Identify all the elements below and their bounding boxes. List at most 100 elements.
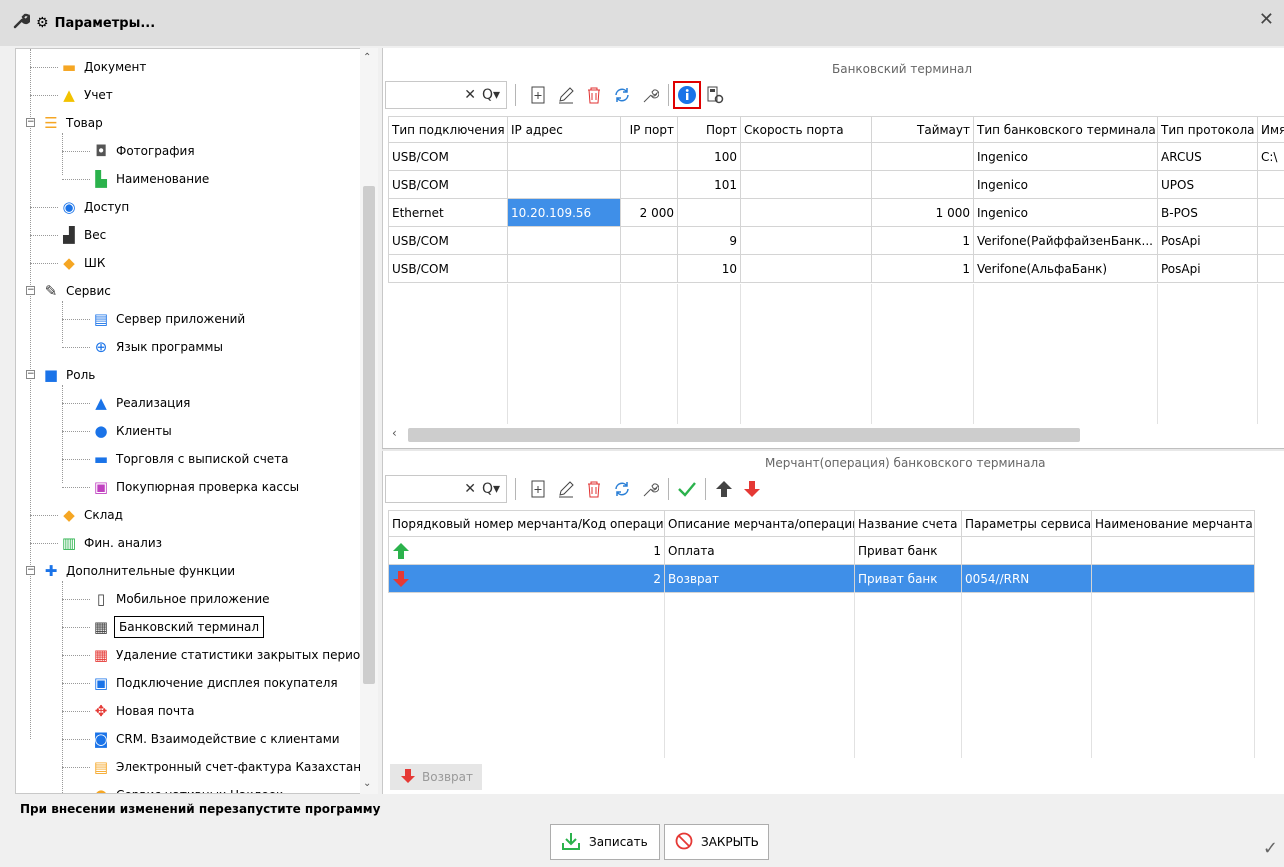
table-row[interactable]: USB/COM 9 1 Verifone(РайффайзенБанк... PosAp… (388, 226, 1284, 255)
table-cell[interactable]: 1 000 (871, 198, 974, 227)
table-cell[interactable] (677, 198, 741, 227)
column-header[interactable]: IP адрес (507, 116, 621, 143)
close-icon[interactable]: ✕ (1259, 9, 1274, 30)
tree-item[interactable]: ▙ Наименование (92, 165, 211, 193)
table-cell[interactable]: Ingenico (973, 198, 1158, 227)
delete-icon[interactable] (580, 81, 608, 109)
table-cell[interactable] (740, 254, 872, 283)
move-up-icon[interactable] (710, 475, 738, 503)
table-cell[interactable] (1091, 564, 1255, 593)
table-cell[interactable] (507, 142, 621, 171)
terminals-scrollbar-thumb[interactable] (408, 428, 1080, 442)
table-cell[interactable]: USB/COM (388, 170, 508, 199)
return-button[interactable]: Возврат (390, 764, 482, 790)
settings-wrench-icon[interactable] (636, 475, 664, 503)
table-row[interactable]: USB/COM 10 1 Verifone(АльфаБанк) PosApi (388, 254, 1284, 283)
table-cell[interactable]: USB/COM (388, 254, 508, 283)
table-cell[interactable] (620, 170, 678, 199)
scroll-left-icon[interactable]: ‹ (392, 426, 397, 440)
table-cell[interactable]: Ingenico (973, 170, 1158, 199)
tree-item[interactable]: ● Сервис нативных Наклеек (92, 781, 285, 793)
column-header[interactable]: Наименование мерчанта (1091, 510, 1255, 537)
tree-item[interactable]: ✎ Сервис (42, 277, 113, 305)
table-cell[interactable]: 10 (677, 254, 741, 283)
table-cell[interactable]: 1 (871, 254, 974, 283)
tree-item[interactable]: ▣ Подключение дисплея покупателя (92, 669, 340, 697)
table-row[interactable]: USB/COM 101 Ingenico UPOS (388, 170, 1284, 199)
table-cell[interactable]: Verifone(РайффайзенБанк... (973, 226, 1158, 255)
terminals-search-input[interactable]: ✕ Q▾ (385, 81, 507, 109)
tree-scrollbar[interactable]: ⌃ ⌄ (360, 48, 378, 794)
table-cell[interactable]: 1 (871, 226, 974, 255)
table-cell[interactable] (1257, 254, 1284, 283)
merchants-table[interactable]: Порядковый номер мерчанта/Код операции Оп… (388, 510, 1255, 593)
tree-item[interactable]: ◉ Доступ (60, 193, 131, 221)
table-cell[interactable]: UPOS (1157, 170, 1258, 199)
search-icon[interactable]: Q▾ (482, 87, 500, 103)
save-button[interactable]: Записать (550, 824, 660, 860)
table-cell[interactable]: PosApi (1157, 226, 1258, 255)
tree-item[interactable]: ▥ Фин. анализ (60, 529, 164, 557)
info-icon[interactable] (673, 81, 701, 109)
close-button[interactable]: ЗАКРЫТЬ (664, 824, 769, 860)
table-cell[interactable]: 2 000 (620, 198, 678, 227)
table-cell[interactable] (507, 226, 621, 255)
delete-icon[interactable] (580, 475, 608, 503)
search-icon[interactable]: Q▾ (482, 481, 500, 497)
settings-tree[interactable]: − − − − ▬ Документ ▲ Учет ☰ Товар ◘ Фотография ▙… (15, 48, 378, 794)
tree-item[interactable]: ▲ Реализация (92, 389, 192, 417)
table-cell[interactable]: Возврат (664, 564, 855, 593)
tree-item[interactable]: ◙ CRM. Взаимодействие с клиентами (92, 725, 342, 753)
tree-item[interactable]: ▟ Вес (60, 221, 108, 249)
scroll-down-icon[interactable]: ⌄ (363, 778, 371, 789)
checkmark-icon[interactable] (673, 475, 701, 503)
tree-item[interactable]: ✚ Дополнительные функции (42, 557, 237, 585)
tree-item[interactable]: ▣ Покупюрная проверка кассы (92, 473, 301, 501)
table-cell[interactable] (1257, 198, 1284, 227)
table-cell[interactable] (871, 142, 974, 171)
column-header[interactable]: IP порт (620, 116, 678, 143)
table-cell[interactable]: Оплата (664, 536, 855, 565)
edit-icon[interactable] (552, 475, 580, 503)
tree-item[interactable]: ▤ Электронный счет-фактура Казахстана (92, 753, 370, 781)
table-cell[interactable] (740, 170, 872, 199)
column-header[interactable]: Тип протокола (1157, 116, 1258, 143)
column-header[interactable]: Таймаут (871, 116, 974, 143)
tree-item[interactable]: ▤ Сервер приложений (92, 305, 247, 333)
column-header[interactable]: Порт (677, 116, 741, 143)
table-cell[interactable] (871, 170, 974, 199)
tree-item[interactable]: ■ Роль (42, 361, 97, 389)
table-cell[interactable]: Приват банк (854, 564, 962, 593)
table-row[interactable]: Ethernet 10.20.109.56 2 000 1 000 Ingenico B-… (388, 198, 1284, 227)
table-cell[interactable] (620, 142, 678, 171)
table-cell[interactable]: 10.20.109.56 (507, 198, 621, 227)
clear-icon[interactable]: ✕ (464, 87, 476, 103)
table-cell[interactable] (620, 226, 678, 255)
edit-icon[interactable] (552, 81, 580, 109)
table-cell[interactable]: ARCUS (1157, 142, 1258, 171)
merchants-search-input[interactable]: ✕ Q▾ (385, 475, 507, 503)
scroll-up-icon[interactable]: ⌃ (363, 52, 371, 63)
table-row[interactable]: 2 Возврат Приват банк 0054//RRN (388, 564, 1255, 593)
table-cell[interactable]: C:\ (1257, 142, 1284, 171)
tree-item[interactable]: ☰ Товар (42, 109, 105, 137)
table-cell[interactable]: Ethernet (388, 198, 508, 227)
tree-item[interactable]: ▲ Учет (60, 81, 115, 109)
table-cell[interactable] (740, 142, 872, 171)
table-cell[interactable] (740, 198, 872, 227)
table-cell[interactable]: Verifone(АльфаБанк) (973, 254, 1158, 283)
column-header[interactable]: Описание мерчанта/операции (664, 510, 855, 537)
tree-item[interactable]: ▯ Мобильное приложение (92, 585, 272, 613)
table-cell[interactable]: 100 (677, 142, 741, 171)
tree-item[interactable]: ▦ Банковский терминал (92, 613, 265, 641)
add-icon[interactable] (524, 81, 552, 109)
refresh-icon[interactable] (608, 81, 636, 109)
add-icon[interactable] (524, 475, 552, 503)
expand-toggle-service[interactable]: − (26, 286, 35, 295)
column-header[interactable]: Порядковый номер мерчанта/Код операции (388, 510, 665, 537)
expand-toggle-extra-functions[interactable]: − (26, 566, 35, 575)
table-cell[interactable]: Ingenico (973, 142, 1158, 171)
table-cell[interactable]: USB/COM (388, 226, 508, 255)
table-cell[interactable]: Приват банк (854, 536, 962, 565)
tree-item[interactable]: ◆ ШК (60, 249, 107, 277)
